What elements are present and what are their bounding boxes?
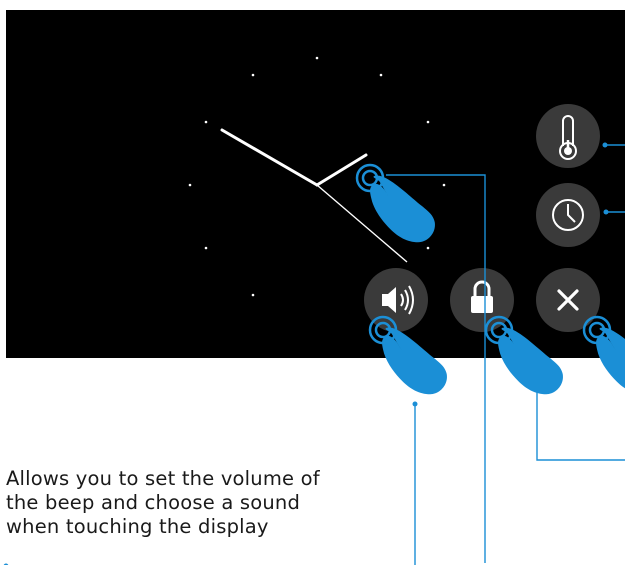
clock-dial (188, 56, 446, 297)
touch-hand-clock (355, 163, 435, 243)
lock-button[interactable] (450, 268, 514, 332)
thermometer-button[interactable] (536, 104, 600, 168)
caption-line-3: when touching the display (6, 515, 269, 538)
clock-button[interactable] (536, 183, 600, 247)
touch-hand-close (582, 315, 625, 395)
caption-line-1: Allows you to set the volume of (6, 467, 320, 490)
volume-caption: Allows you to set the volume of the beep… (6, 467, 410, 539)
hour-hand (220, 128, 319, 187)
close-button[interactable] (536, 268, 600, 332)
caption-line-2: the beep and choose a sound (6, 491, 301, 514)
touch-hand-lock (484, 315, 563, 395)
